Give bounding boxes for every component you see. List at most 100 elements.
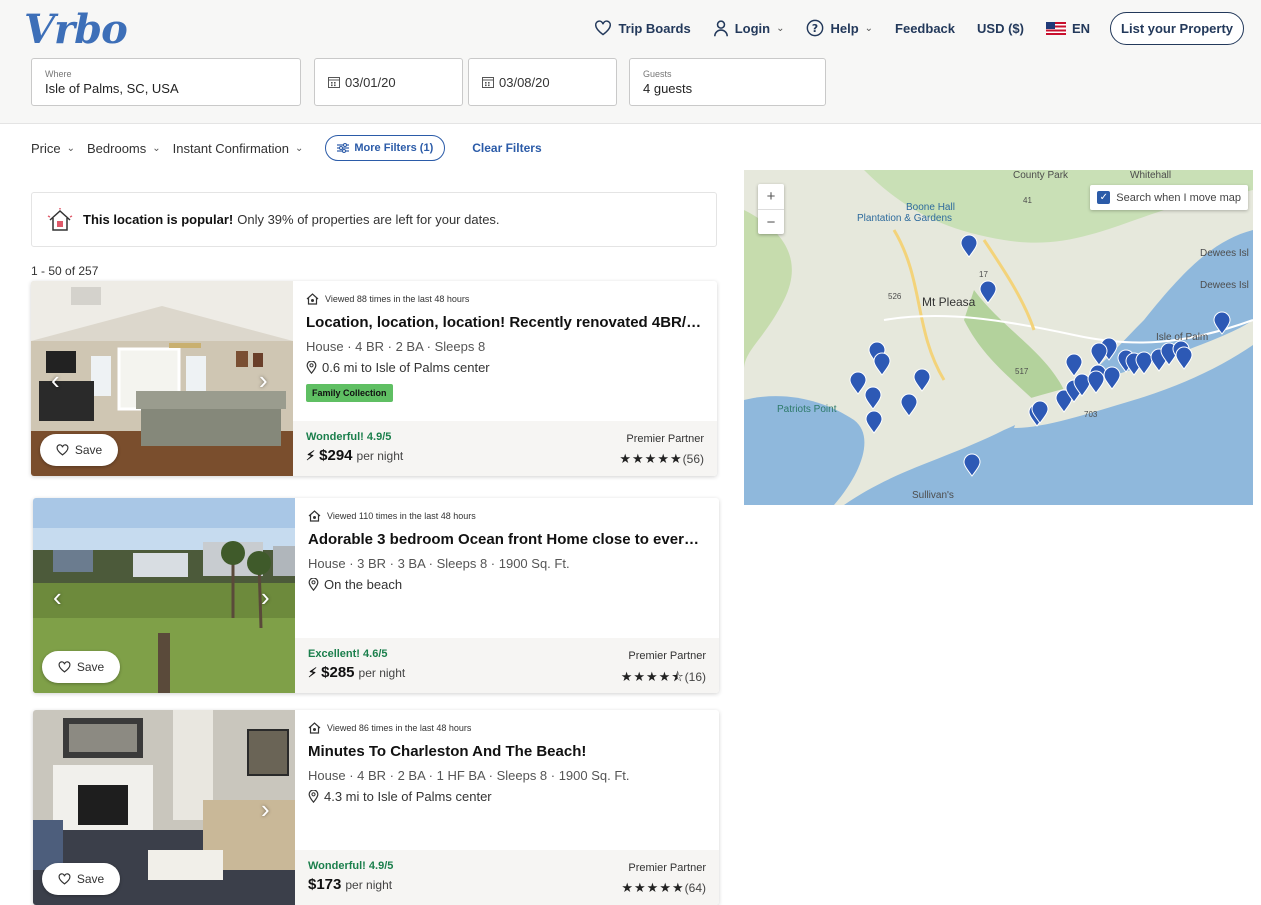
price-filter[interactable]: Price ⌄: [31, 141, 75, 156]
road-shield-17: 17: [979, 270, 988, 279]
previous-photo-arrow[interactable]: ‹: [51, 365, 60, 396]
map-pin-icon[interactable]: [960, 234, 978, 258]
save-label: Save: [74, 443, 103, 457]
star-rating: ★★★★★(56): [619, 451, 704, 467]
calendar-icon: [482, 77, 494, 88]
more-filters-button[interactable]: More Filters (1): [325, 135, 446, 161]
map-pin-icon[interactable]: [913, 368, 931, 392]
next-photo-arrow[interactable]: ›: [261, 794, 270, 825]
listing-title[interactable]: Minutes To Charleston And The Beach!: [308, 743, 706, 760]
chevron-down-icon: ⌄: [66, 142, 76, 154]
stars-icon: ★★★★★: [621, 880, 685, 895]
checkin-field[interactable]: 03/01/20: [314, 58, 463, 106]
more-filters-label: More Filters (1): [354, 142, 434, 154]
review-count: (16): [684, 670, 706, 684]
listing-distance: 0.6 mi to Isle of Palms center: [306, 360, 704, 375]
listing-title[interactable]: Adorable 3 bedroom Ocean front Home clos…: [308, 531, 706, 548]
listing-photo[interactable]: ‹ › Save: [33, 498, 295, 693]
top-nav: Trip Boards Login ⌄ ? Help ⌄ Feedback US…: [572, 11, 1244, 45]
listing-photo[interactable]: ‹ › Save: [31, 281, 293, 476]
chevron-down-icon: ⌄: [152, 142, 161, 154]
listing-footer: Wonderful! 4.9/5 $173 per night Premier …: [295, 850, 719, 905]
view-count: Viewed 110 times in the last 48 hours: [308, 510, 706, 522]
next-photo-arrow[interactable]: ›: [259, 365, 268, 396]
map-pin-icon[interactable]: [864, 386, 882, 410]
house-eye-icon: [306, 293, 319, 305]
listing-info: Viewed 110 times in the last 48 hours Ad…: [295, 498, 719, 638]
road-shield-526: 526: [888, 292, 902, 301]
map-pin-icon[interactable]: [865, 410, 883, 434]
listing-title[interactable]: Location, location, location! Recently r…: [306, 314, 704, 331]
where-label: Where: [45, 69, 72, 79]
language-selector[interactable]: EN: [1045, 21, 1090, 36]
star-rating: ★★★★★(64): [621, 880, 706, 896]
search-when-move-toggle[interactable]: ✓ Search when I move map: [1090, 185, 1248, 210]
results-map[interactable]: County Park Whitehall Boone Hall Plantat…: [744, 170, 1253, 505]
map-pin-icon[interactable]: [1175, 346, 1193, 370]
help-menu[interactable]: ? Help ⌄: [806, 19, 873, 37]
map-pin-icon[interactable]: [873, 352, 891, 376]
chevron-down-icon: ⌄: [295, 142, 304, 154]
listing-card[interactable]: ‹ › Save Viewed 88 times in the last 48 …: [31, 281, 717, 476]
login-menu[interactable]: Login ⌄: [713, 19, 785, 37]
premier-partner-label: Premier Partner: [626, 433, 704, 445]
heart-icon: [595, 20, 612, 36]
stars-icon: ★★★★⯪: [620, 669, 685, 684]
location-pin-icon: [308, 578, 319, 591]
trip-boards-link[interactable]: Trip Boards: [594, 20, 691, 36]
search-when-move-label: Search when I move map: [1116, 191, 1241, 204]
road-shield-41: 41: [1023, 196, 1032, 205]
map-label-county-park: County Park: [1013, 170, 1069, 181]
feedback-link[interactable]: Feedback: [895, 21, 955, 36]
map-pin-icon[interactable]: [1031, 400, 1049, 424]
price-filter-label: Price: [31, 140, 61, 156]
map-pin-icon[interactable]: [1213, 311, 1231, 335]
view-count-text: Viewed 86 times in the last 48 hours: [327, 723, 472, 733]
location-pin-icon: [306, 361, 317, 374]
instant-confirmation-filter[interactable]: Instant Confirmation ⌄: [173, 141, 304, 156]
save-button[interactable]: Save: [42, 863, 120, 895]
save-label: Save: [76, 872, 105, 886]
where-field[interactable]: Where Isle of Palms, SC, USA: [31, 58, 301, 106]
map-pin-icon[interactable]: [963, 453, 981, 477]
map-pin-icon[interactable]: [979, 280, 997, 304]
premier-partner-label: Premier Partner: [628, 650, 706, 662]
next-photo-arrow[interactable]: ›: [261, 582, 270, 613]
view-count-text: Viewed 110 times in the last 48 hours: [327, 511, 476, 521]
zoom-in-button[interactable]: +: [758, 184, 784, 209]
save-label: Save: [76, 660, 105, 674]
house-eye-icon: [308, 510, 321, 522]
price-amount: $285: [321, 664, 355, 681]
view-count-text: Viewed 88 times in the last 48 hours: [325, 294, 470, 304]
save-button[interactable]: Save: [42, 651, 120, 683]
listing-card[interactable]: ‹ › Save Viewed 110 times in the last 48…: [33, 498, 719, 693]
save-button[interactable]: Save: [40, 434, 118, 466]
listing-photo[interactable]: › Save: [33, 710, 295, 905]
list-property-button[interactable]: List your Property: [1110, 11, 1244, 45]
listing-info: Viewed 86 times in the last 48 hours Min…: [295, 710, 719, 850]
chevron-down-icon: ⌄: [776, 22, 785, 34]
map-pin-icon[interactable]: [1090, 342, 1108, 366]
house-alert-icon: [47, 207, 73, 231]
vrbo-logo[interactable]: Vrbo: [24, 6, 128, 53]
popular-location-banner: This location is popular! Only 39% of pr…: [31, 192, 717, 247]
checkout-field[interactable]: 03/08/20: [468, 58, 617, 106]
listing-card[interactable]: › Save Viewed 86 times in the last 48 ho…: [33, 710, 719, 905]
review-count: (56): [682, 452, 704, 466]
star-rating: ★★★★⯪(16): [621, 668, 706, 690]
clear-filters-link[interactable]: Clear Filters: [472, 141, 541, 155]
view-count: Viewed 86 times in the last 48 hours: [308, 722, 706, 734]
bedrooms-filter[interactable]: Bedrooms ⌄: [87, 141, 161, 156]
guests-field[interactable]: Guests 4 guests: [629, 58, 826, 106]
currency-selector[interactable]: USD ($): [977, 21, 1024, 36]
currency-label: USD ($): [977, 20, 1024, 36]
previous-photo-arrow[interactable]: ‹: [53, 582, 62, 613]
map-label-sullivans: Sullivan's: [912, 490, 954, 501]
zoom-out-button[interactable]: −: [758, 209, 784, 234]
heart-icon: [58, 661, 71, 673]
map-pin-icon[interactable]: [900, 393, 918, 417]
price-amount: $173: [308, 876, 342, 893]
header: Vrbo Trip Boards Login ⌄ ? Help ⌄ Feedba…: [0, 0, 1261, 124]
listing-footer: Excellent! 4.6/5 ⚡︎ $285 per night Premi…: [295, 638, 719, 693]
listing-distance: On the beach: [308, 577, 706, 592]
